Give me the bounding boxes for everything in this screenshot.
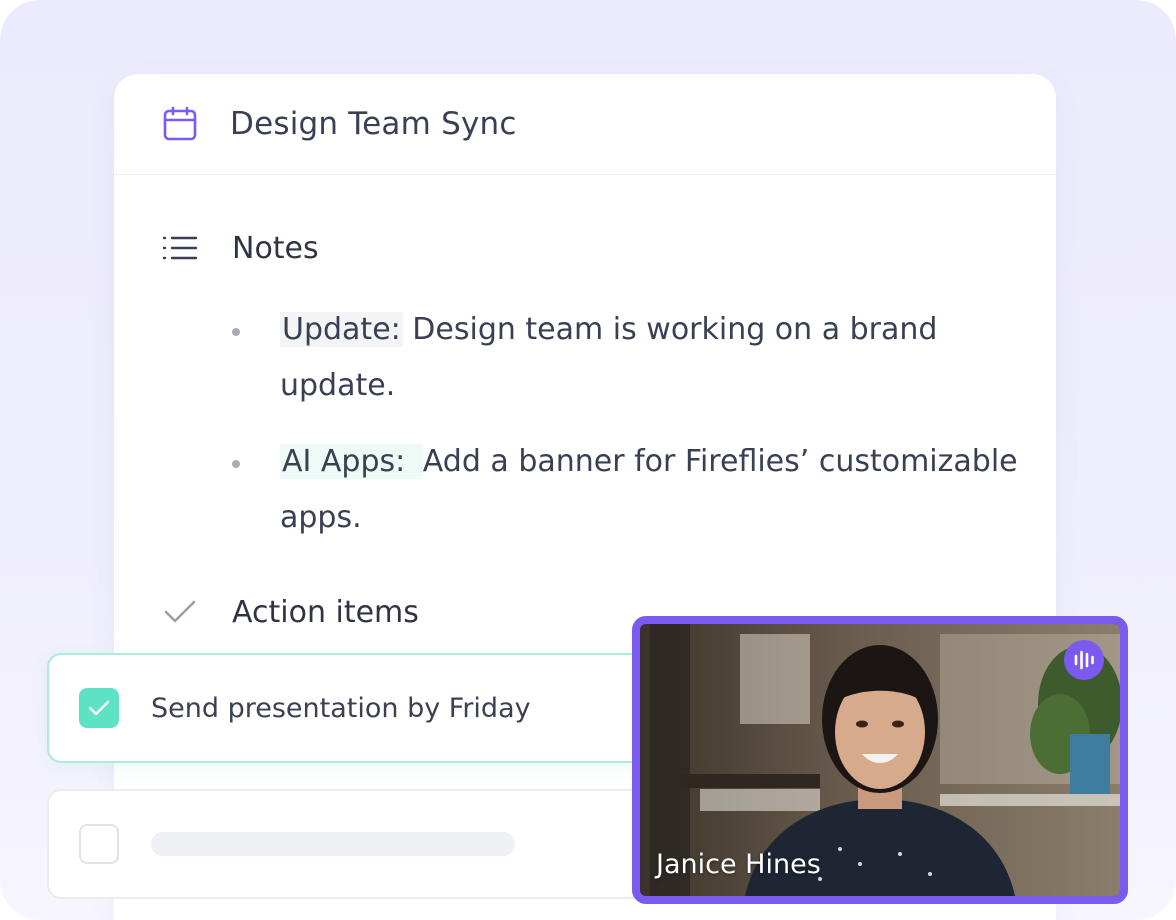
task-placeholder-bar (151, 832, 515, 856)
list-item: AI Apps: Add a banner for Fireflies’ cus… (228, 434, 1028, 546)
note-tag: AI Apps: (280, 444, 423, 479)
calendar-icon (162, 106, 198, 142)
action-item-row[interactable] (47, 789, 667, 899)
action-item-row[interactable]: Send presentation by Friday (47, 653, 667, 763)
card-header: Design Team Sync (114, 74, 1056, 175)
checkmark-icon (88, 700, 110, 716)
action-items-heading: Action items (232, 594, 419, 630)
list-icon (162, 230, 198, 266)
notes-list: Update: Design team is working on a bran… (228, 302, 1028, 566)
bullet-dot (232, 328, 240, 336)
video-tile[interactable]: Janice Hines (632, 616, 1128, 904)
notes-section-header: Notes (162, 230, 319, 266)
participant-name: Janice Hines (656, 849, 821, 880)
notes-heading: Notes (232, 230, 319, 266)
bullet-dot (232, 460, 240, 468)
task-checkbox[interactable] (79, 824, 119, 864)
task-checkbox[interactable] (79, 688, 119, 728)
action-items-section-header: Action items (162, 594, 419, 630)
audio-waveform-icon (1064, 640, 1104, 680)
note-tag: Update: (280, 312, 403, 347)
list-item: Update: Design team is working on a bran… (228, 302, 1028, 414)
meeting-title: Design Team Sync (230, 106, 517, 142)
task-text: Send presentation by Friday (151, 692, 531, 724)
check-icon (162, 594, 198, 630)
